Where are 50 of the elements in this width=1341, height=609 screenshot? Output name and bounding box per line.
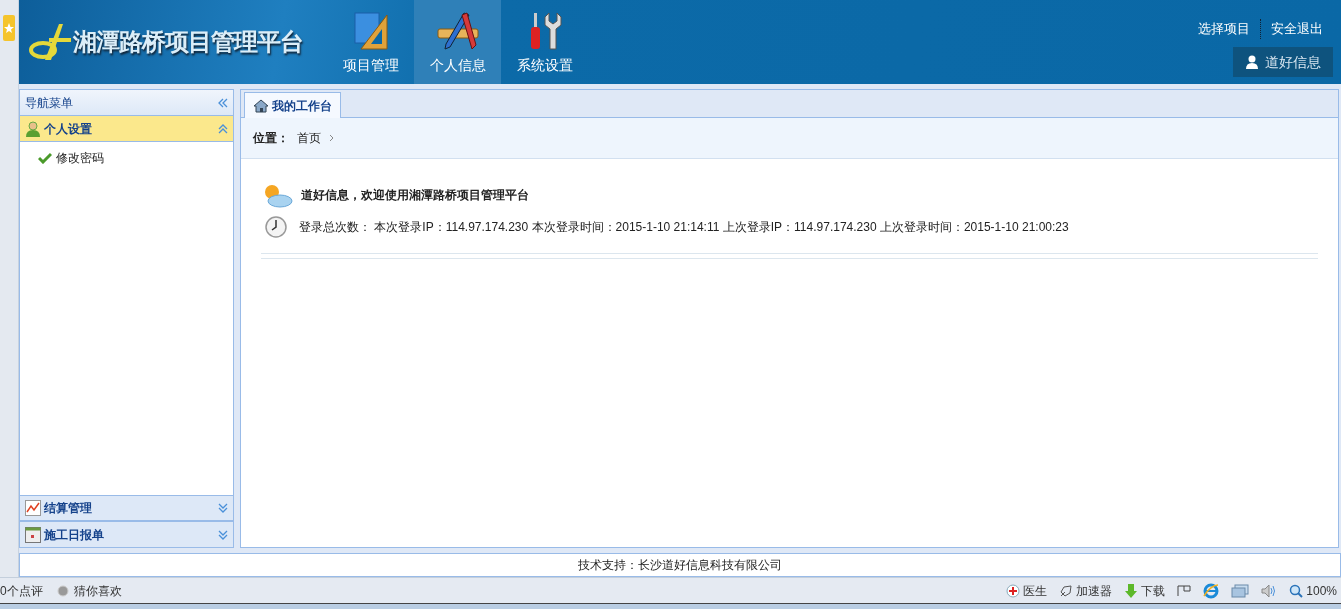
- nav-tab[interactable]: 系统设置: [501, 0, 588, 84]
- dot-icon: [56, 584, 69, 597]
- pencil-ruler-icon: [435, 11, 480, 51]
- section-title: 结算管理: [44, 500, 93, 517]
- checkmark-icon: [38, 152, 52, 164]
- breadcrumb-link[interactable]: 首页: [297, 129, 321, 147]
- status-tool[interactable]: 下载: [1124, 581, 1166, 600]
- header-link[interactable]: 选择项目: [1188, 19, 1260, 39]
- person-icon: [25, 120, 41, 137]
- section-title: 施工日报单: [44, 526, 105, 544]
- flag-icon[interactable]: [1177, 584, 1192, 597]
- chevron-down-icon: [218, 503, 228, 513]
- down-arrow-icon: [1124, 582, 1139, 599]
- logo-title: 湘潭路桥项目管理平台: [73, 27, 303, 57]
- status-link[interactable]: 猜你喜欢: [56, 581, 122, 600]
- chevron-right-icon: [329, 134, 334, 142]
- nav-tab[interactable]: 项目管理: [327, 0, 414, 84]
- magnifier-icon: [1289, 583, 1304, 598]
- windows-icon[interactable]: [1231, 583, 1250, 598]
- chart-icon: [25, 500, 41, 516]
- panel-title: 导航菜单: [25, 94, 73, 112]
- speaker-icon[interactable]: [1261, 583, 1278, 598]
- collapse-icon[interactable]: [218, 97, 228, 108]
- home-icon: [253, 98, 269, 113]
- clock-icon: [265, 216, 287, 238]
- header-link[interactable]: 安全退出: [1260, 19, 1333, 39]
- ruler-triangle-icon: [352, 11, 389, 51]
- status-tool[interactable]: 加速器: [1059, 581, 1113, 600]
- status-link[interactable]: 0个点评: [0, 581, 43, 600]
- zoom-level[interactable]: 100%: [1289, 581, 1337, 600]
- accordion-header[interactable]: 个人设置: [20, 116, 233, 142]
- footer-text: 技术支持：长沙道好信息科技有限公司: [578, 557, 782, 574]
- welcome-text: 道好信息，欢迎使用湘潭路桥项目管理平台: [301, 187, 529, 204]
- login-info-text: 登录总次数： 本次登录IP：114.97.174.230 本次登录时间：2015-1-10 21:14:11 上次登录IP：114.97.174.230 上次登录时间：2015-1-10 21:00:23: [299, 219, 1069, 236]
- calendar-icon: [25, 526, 41, 543]
- nav-tab[interactable]: 个人信息: [414, 0, 501, 84]
- breadcrumb-label: 位置：: [253, 130, 289, 147]
- tab[interactable]: 我的工作台: [244, 92, 341, 118]
- menu-link[interactable]: 修改密码: [56, 149, 104, 167]
- accordion-header[interactable]: 施工日报单: [20, 521, 233, 547]
- chevron-up-icon: [218, 123, 228, 134]
- browser-logo-icon[interactable]: [1203, 582, 1220, 599]
- status-tool[interactable]: 医生: [1006, 581, 1048, 600]
- logo-icon: [29, 22, 73, 62]
- accordion-header[interactable]: 结算管理: [20, 495, 233, 521]
- chevron-down-icon: [218, 529, 228, 540]
- user-icon: [1245, 55, 1259, 69]
- medical-cross-icon: [1006, 583, 1021, 598]
- user-button[interactable]: 道好信息: [1233, 47, 1333, 77]
- section-title: 个人设置: [44, 120, 93, 138]
